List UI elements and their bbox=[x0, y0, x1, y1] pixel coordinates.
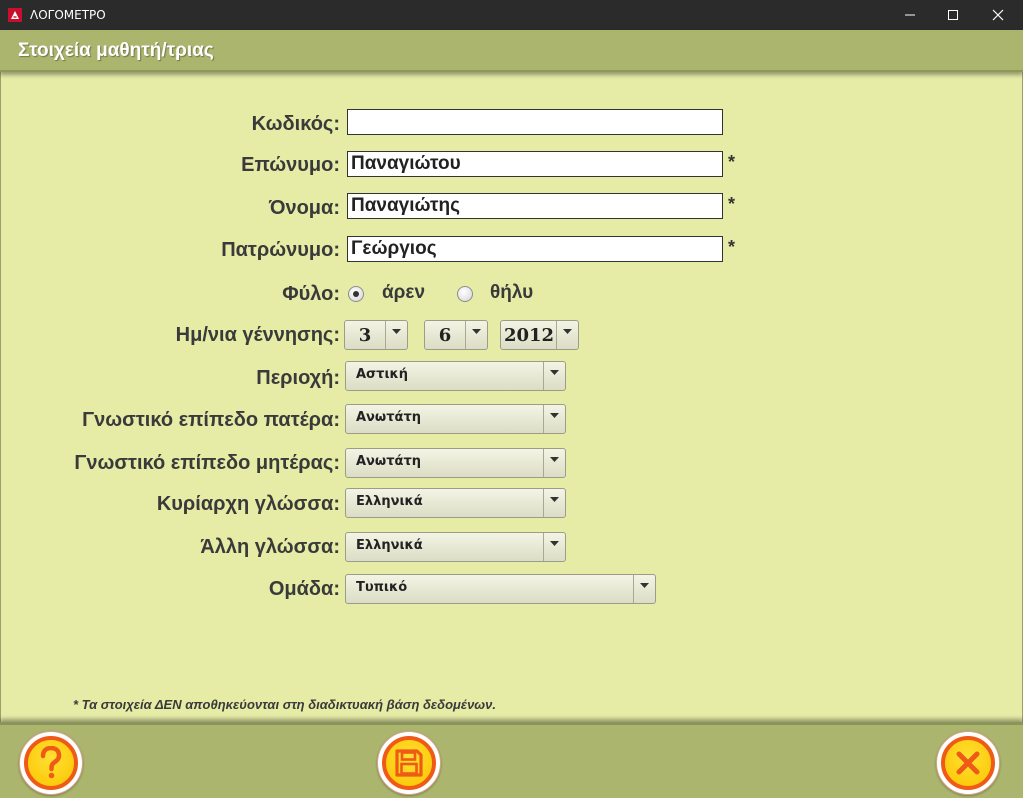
chevron-down-icon bbox=[550, 541, 559, 546]
group-label: Ομάδα: bbox=[268, 578, 340, 600]
maximize-icon bbox=[948, 10, 958, 20]
page-header: Στοιχεία μαθητή/τριας bbox=[0, 30, 1023, 72]
save-button-face bbox=[382, 736, 436, 790]
gender-male-radio[interactable] bbox=[348, 286, 364, 302]
gender-label: Φύλο: bbox=[282, 283, 340, 305]
close-button[interactable] bbox=[936, 731, 1000, 795]
footer-bar bbox=[0, 722, 1023, 798]
group-arrow[interactable] bbox=[633, 575, 655, 603]
father-education-arrow[interactable] bbox=[543, 405, 565, 433]
birth-date-label: Ημ/νια γέννησης: bbox=[175, 324, 340, 346]
minimize-button[interactable] bbox=[887, 0, 933, 30]
birth-day-arrow[interactable] bbox=[385, 321, 407, 349]
chevron-down-icon bbox=[472, 329, 481, 334]
father-education-label: Γνωστικό επίπεδο πατέρα: bbox=[82, 409, 340, 431]
chevron-down-icon bbox=[640, 583, 649, 588]
father-education-value: Ανωτάτη bbox=[356, 410, 421, 425]
code-input[interactable] bbox=[347, 109, 723, 135]
code-label: Κωδικός: bbox=[251, 113, 340, 135]
main-language-arrow[interactable] bbox=[543, 489, 565, 517]
father-name-required-mark: * bbox=[728, 237, 736, 257]
chevron-down-icon bbox=[550, 370, 559, 375]
chevron-down-icon bbox=[550, 457, 559, 462]
area-select[interactable]: Αστική bbox=[345, 361, 566, 391]
surname-label: Επώνυμο: bbox=[241, 154, 340, 176]
radio-selected-dot bbox=[353, 291, 359, 297]
chevron-down-icon bbox=[563, 329, 572, 334]
window-titlebar: ΛΟΓΟΜΕΤΡΟ bbox=[0, 0, 1023, 30]
maximize-button[interactable] bbox=[930, 0, 976, 30]
birth-day-value: 3 bbox=[358, 325, 372, 346]
other-language-select[interactable]: Ελληνικά bbox=[345, 532, 566, 562]
minimize-icon bbox=[905, 14, 915, 16]
help-button[interactable] bbox=[19, 731, 83, 795]
birth-day-select[interactable]: 3 bbox=[344, 320, 408, 350]
close-button-face bbox=[941, 736, 995, 790]
gender-female-label[interactable]: θήλυ bbox=[490, 282, 533, 304]
other-language-label: Άλλη γλώσσα: bbox=[200, 536, 340, 558]
gender-female-radio[interactable] bbox=[457, 286, 473, 302]
help-button-face bbox=[24, 736, 78, 790]
close-icon bbox=[956, 751, 980, 775]
window-close-button[interactable] bbox=[975, 0, 1021, 30]
window-title: ΛΟΓΟΜΕΤΡΟ bbox=[30, 8, 106, 22]
surname-input[interactable] bbox=[347, 151, 723, 177]
area-label: Περιοχή: bbox=[256, 367, 340, 389]
close-x-icon bbox=[992, 9, 1004, 21]
chevron-down-icon bbox=[550, 497, 559, 502]
mother-education-value: Ανωτάτη bbox=[356, 454, 421, 469]
name-label: Όνομα: bbox=[268, 197, 340, 219]
birth-year-arrow[interactable] bbox=[556, 321, 578, 349]
gender-male-label[interactable]: άρεν bbox=[382, 282, 425, 304]
father-education-select[interactable]: Ανωτάτη bbox=[345, 404, 566, 434]
area-value: Αστική bbox=[356, 367, 409, 382]
footnote-text: * Τα στοιχεία ΔΕΝ αποθηκεύονται στη διαδ… bbox=[73, 697, 497, 712]
group-value: Τυπικό bbox=[356, 580, 408, 595]
name-required-mark: * bbox=[728, 194, 736, 214]
surname-required-mark: * bbox=[728, 152, 736, 172]
chevron-down-icon bbox=[392, 329, 401, 334]
main-language-select[interactable]: Ελληνικά bbox=[345, 488, 566, 518]
save-button[interactable] bbox=[377, 731, 441, 795]
main-language-value: Ελληνικά bbox=[356, 494, 423, 509]
app-logo-icon bbox=[8, 8, 22, 22]
group-select[interactable]: Τυπικό bbox=[345, 574, 656, 604]
father-name-input[interactable] bbox=[347, 236, 723, 262]
question-icon bbox=[40, 746, 62, 779]
birth-year-value: 2012 bbox=[503, 325, 555, 346]
mother-education-label: Γνωστικό επίπεδο μητέρας: bbox=[74, 452, 340, 474]
other-language-value: Ελληνικά bbox=[356, 538, 423, 553]
birth-month-arrow[interactable] bbox=[465, 321, 487, 349]
area-arrow[interactable] bbox=[543, 362, 565, 390]
page-title: Στοιχεία μαθητή/τριας bbox=[18, 40, 214, 61]
father-name-label: Πατρώνυμο: bbox=[221, 239, 340, 261]
birth-month-select[interactable]: 6 bbox=[424, 320, 488, 350]
birth-year-select[interactable]: 2012 bbox=[500, 320, 579, 350]
mother-education-arrow[interactable] bbox=[543, 449, 565, 477]
mother-education-select[interactable]: Ανωτάτη bbox=[345, 448, 566, 478]
main-language-label: Κυρίαρχη γλώσσα: bbox=[156, 493, 340, 515]
other-language-arrow[interactable] bbox=[543, 533, 565, 561]
chevron-down-icon bbox=[550, 413, 559, 418]
birth-month-value: 6 bbox=[438, 325, 452, 346]
floppy-disk-icon bbox=[395, 749, 423, 777]
name-input[interactable] bbox=[347, 193, 723, 219]
